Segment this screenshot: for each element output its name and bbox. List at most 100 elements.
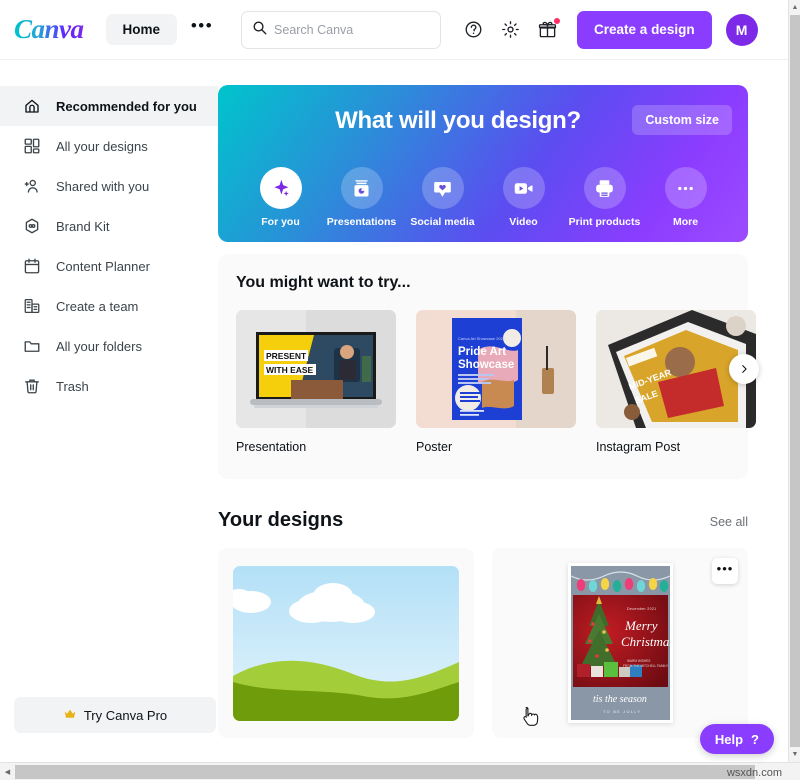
watermark: wsxdn.com — [726, 767, 782, 779]
design-card-landscape[interactable] — [218, 548, 474, 738]
svg-text:PRESENT: PRESENT — [266, 351, 307, 361]
sidebar-item-label: Recommended for you — [56, 98, 197, 114]
hero-category-video[interactable]: Video — [483, 167, 564, 228]
sidebar-item-label: All your designs — [56, 138, 148, 154]
design-card-christmas[interactable]: ••• December 2021 Merry Christma WARM WI… — [492, 548, 748, 738]
scroll-down-arrow-icon[interactable]: ▼ — [789, 747, 800, 762]
hero-category-print-products[interactable]: Print products — [564, 167, 645, 228]
sidebar-item-content-planner[interactable]: Content Planner — [0, 246, 218, 286]
you-might-want-to-try-panel: You might want to try... PRESENT WITH EA… — [218, 254, 759, 479]
header-icon-group — [461, 17, 561, 42]
canva-homepage: Canva Home ••• Search Canva Create a des… — [0, 0, 800, 780]
horizontal-scroll-thumb[interactable] — [15, 765, 755, 779]
question-mark-icon: ? — [751, 731, 759, 747]
horizontal-scrollbar[interactable]: ◀ — [0, 762, 800, 780]
hero-category-presentations[interactable]: Presentations — [321, 167, 402, 228]
sidebar-item-label: Create a team — [56, 298, 139, 314]
sidebar-item-all-your-folders[interactable]: All your folders — [0, 326, 218, 366]
design-more-menu-icon[interactable]: ••• — [712, 558, 738, 584]
svg-text:FROM THE MITCHELL FAMILY: FROM THE MITCHELL FAMILY — [623, 664, 669, 668]
search-icon — [252, 20, 267, 40]
pro-button-label: Try Canva Pro — [83, 707, 168, 723]
video-camera-icon — [502, 167, 545, 209]
chevron-right-icon — [739, 362, 749, 377]
hero-category-label: Presentations — [326, 216, 397, 228]
grid-icon — [22, 136, 42, 156]
try-card-instagram-post[interactable]: MID-YEAR SALE Instagram Post — [596, 310, 756, 454]
building-icon — [22, 296, 42, 316]
svg-text:tis the season: tis the season — [593, 694, 647, 705]
try-card-label: Presentation — [236, 440, 307, 454]
presentation-thumbnail: PRESENT WITH EASE — [236, 310, 396, 428]
svg-text:WITH EASE: WITH EASE — [266, 365, 314, 375]
sidebar-item-shared-with-you[interactable]: Shared with you — [0, 166, 218, 206]
hero-category-label: Video — [509, 216, 538, 228]
try-canva-pro-button[interactable]: Try Canva Pro — [14, 697, 216, 733]
sparkle-icon — [259, 167, 302, 209]
svg-text:Merry: Merry — [624, 618, 658, 633]
svg-text:Canva Art Showcase 2021: Canva Art Showcase 2021 — [458, 336, 506, 341]
header-more-menu-icon[interactable]: ••• — [187, 15, 217, 45]
hero-category-label: For you — [261, 216, 300, 228]
avatar[interactable]: M — [725, 13, 758, 46]
your-designs-title: Your designs — [218, 509, 344, 531]
printer-icon — [583, 167, 626, 209]
sidebar-item-label: Content Planner — [56, 258, 150, 274]
question-circle-icon[interactable] — [461, 18, 485, 42]
try-card-poster[interactable]: Canva Art Showcase 2021 Pride Art Showca… — [416, 310, 576, 454]
hexagon-icon — [22, 216, 42, 236]
svg-text:Pride Art: Pride Art — [458, 346, 506, 358]
svg-text:TO BE JOLLY: TO BE JOLLY — [603, 709, 641, 714]
chat-heart-icon — [421, 167, 464, 209]
ellipsis-icon — [664, 167, 707, 209]
home-button[interactable]: Home — [105, 14, 178, 45]
hero-category-social-media[interactable]: Social media — [402, 167, 483, 228]
gift-icon[interactable] — [535, 17, 561, 42]
sidebar-item-recommended-for-you[interactable]: Recommended for you — [0, 86, 218, 126]
sidebar-item-trash[interactable]: Trash — [0, 366, 218, 406]
crown-icon — [63, 707, 77, 724]
see-all-link[interactable]: See all — [710, 515, 748, 529]
trash-icon — [22, 376, 42, 396]
try-card-presentation[interactable]: PRESENT WITH EASE Presentation — [236, 310, 396, 454]
poster-thumbnail: Canva Art Showcase 2021 Pride Art Showca… — [416, 310, 576, 428]
scroll-left-arrow-icon[interactable]: ◀ — [0, 763, 15, 780]
try-card-row: PRESENT WITH EASE Presentation Canva Art… — [236, 310, 756, 454]
try-card-label: Instagram Post — [596, 440, 681, 454]
hero-category-more[interactable]: More — [645, 167, 726, 228]
sidebar-item-brand-kit[interactable]: Brand Kit — [0, 206, 218, 246]
sidebar-item-create-a-team[interactable]: Create a team — [0, 286, 218, 326]
sidebar: Recommended for you All your designs Sha… — [0, 60, 218, 755]
try-section-title: You might want to try... — [236, 274, 411, 291]
search-box[interactable] — [241, 10, 442, 49]
hero-category-label: Social media — [410, 216, 475, 228]
your-designs-header: Your designs See all — [218, 509, 748, 532]
canva-logo[interactable]: Canva — [14, 16, 84, 43]
create-a-design-button[interactable]: Create a design — [577, 10, 712, 49]
sidebar-item-label: Brand Kit — [56, 218, 110, 234]
main-content: What will you design? Custom size For yo… — [218, 60, 788, 755]
presentation-icon — [340, 167, 383, 209]
help-button-label: Help — [714, 731, 744, 747]
notification-dot — [554, 17, 561, 24]
vertical-scroll-thumb[interactable] — [790, 15, 800, 760]
folder-icon — [22, 336, 42, 356]
help-button[interactable]: Help ? — [699, 724, 774, 754]
svg-text:Christmas!: Christmas! — [621, 634, 670, 649]
sidebar-item-all-your-designs[interactable]: All your designs — [0, 126, 218, 166]
sidebar-item-label: Trash — [56, 378, 89, 394]
vertical-scrollbar[interactable]: ▲ ▼ — [788, 0, 800, 762]
hero-category-row: For you Presentations Social media Video… — [218, 167, 748, 228]
hero-category-label: Print products — [568, 216, 641, 228]
carousel-next-button[interactable] — [729, 354, 759, 384]
scroll-up-arrow-icon[interactable]: ▲ — [789, 0, 800, 15]
custom-size-button[interactable]: Custom size — [632, 105, 732, 135]
hero-category-for-you[interactable]: For you — [240, 167, 321, 228]
gear-icon[interactable] — [498, 18, 522, 42]
home-icon — [22, 96, 42, 116]
add-person-icon — [22, 176, 42, 196]
try-card-label: Poster — [416, 440, 453, 454]
sidebar-item-label: Shared with you — [56, 178, 150, 194]
landscape-thumbnail — [233, 565, 459, 721]
search-input[interactable] — [274, 22, 436, 37]
